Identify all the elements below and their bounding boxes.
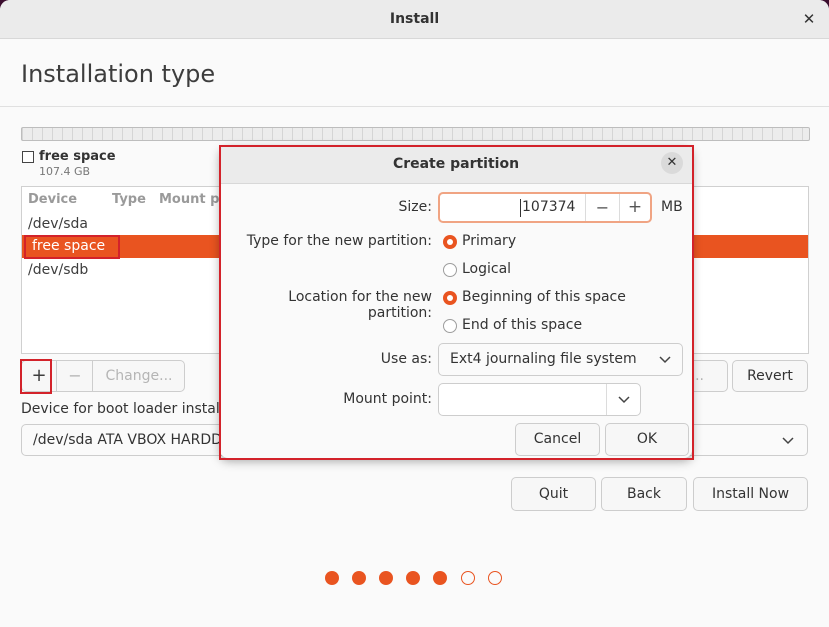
progress-dot-complete bbox=[406, 571, 420, 585]
row-device: /dev/sda bbox=[28, 216, 88, 232]
install-now-button[interactable]: Install Now bbox=[693, 477, 808, 511]
revert-button[interactable]: Revert bbox=[732, 360, 808, 392]
free-space-highlight bbox=[24, 235, 120, 259]
back-button[interactable]: Back bbox=[601, 477, 687, 511]
progress-dot-complete bbox=[352, 571, 366, 585]
column-header-device[interactable]: Device bbox=[28, 192, 77, 207]
bootloader-value: /dev/sda ATA VBOX HARDD bbox=[33, 432, 222, 448]
quit-button[interactable]: Quit bbox=[511, 477, 596, 511]
legend-size: 107.4 GB bbox=[39, 165, 91, 178]
remove-partition-button[interactable]: − bbox=[56, 361, 93, 391]
progress-dot-complete bbox=[325, 571, 339, 585]
dialog-highlight bbox=[219, 145, 694, 460]
progress-dot-pending bbox=[461, 571, 475, 585]
divider bbox=[0, 106, 829, 107]
legend-label: free space bbox=[39, 149, 116, 164]
column-header-type[interactable]: Type bbox=[112, 192, 146, 207]
change-partition-button[interactable]: Change... bbox=[92, 361, 185, 391]
progress-dot-complete bbox=[433, 571, 447, 585]
title-bar: Install ✕ bbox=[0, 0, 829, 39]
window-title: Install bbox=[389, 11, 440, 27]
progress-dot-complete bbox=[379, 571, 393, 585]
progress-dot-pending bbox=[488, 571, 502, 585]
close-icon[interactable]: ✕ bbox=[799, 9, 819, 29]
column-header-mount[interactable]: Mount p bbox=[159, 192, 219, 207]
bootloader-label: Device for boot loader installa bbox=[21, 401, 233, 417]
free-space-swatch bbox=[22, 151, 34, 163]
row-device: /dev/sdb bbox=[28, 262, 89, 278]
page-title: Installation type bbox=[21, 60, 216, 88]
disk-usage-bar bbox=[21, 127, 810, 141]
add-button-highlight bbox=[20, 359, 52, 394]
chevron-down-icon bbox=[781, 431, 795, 453]
